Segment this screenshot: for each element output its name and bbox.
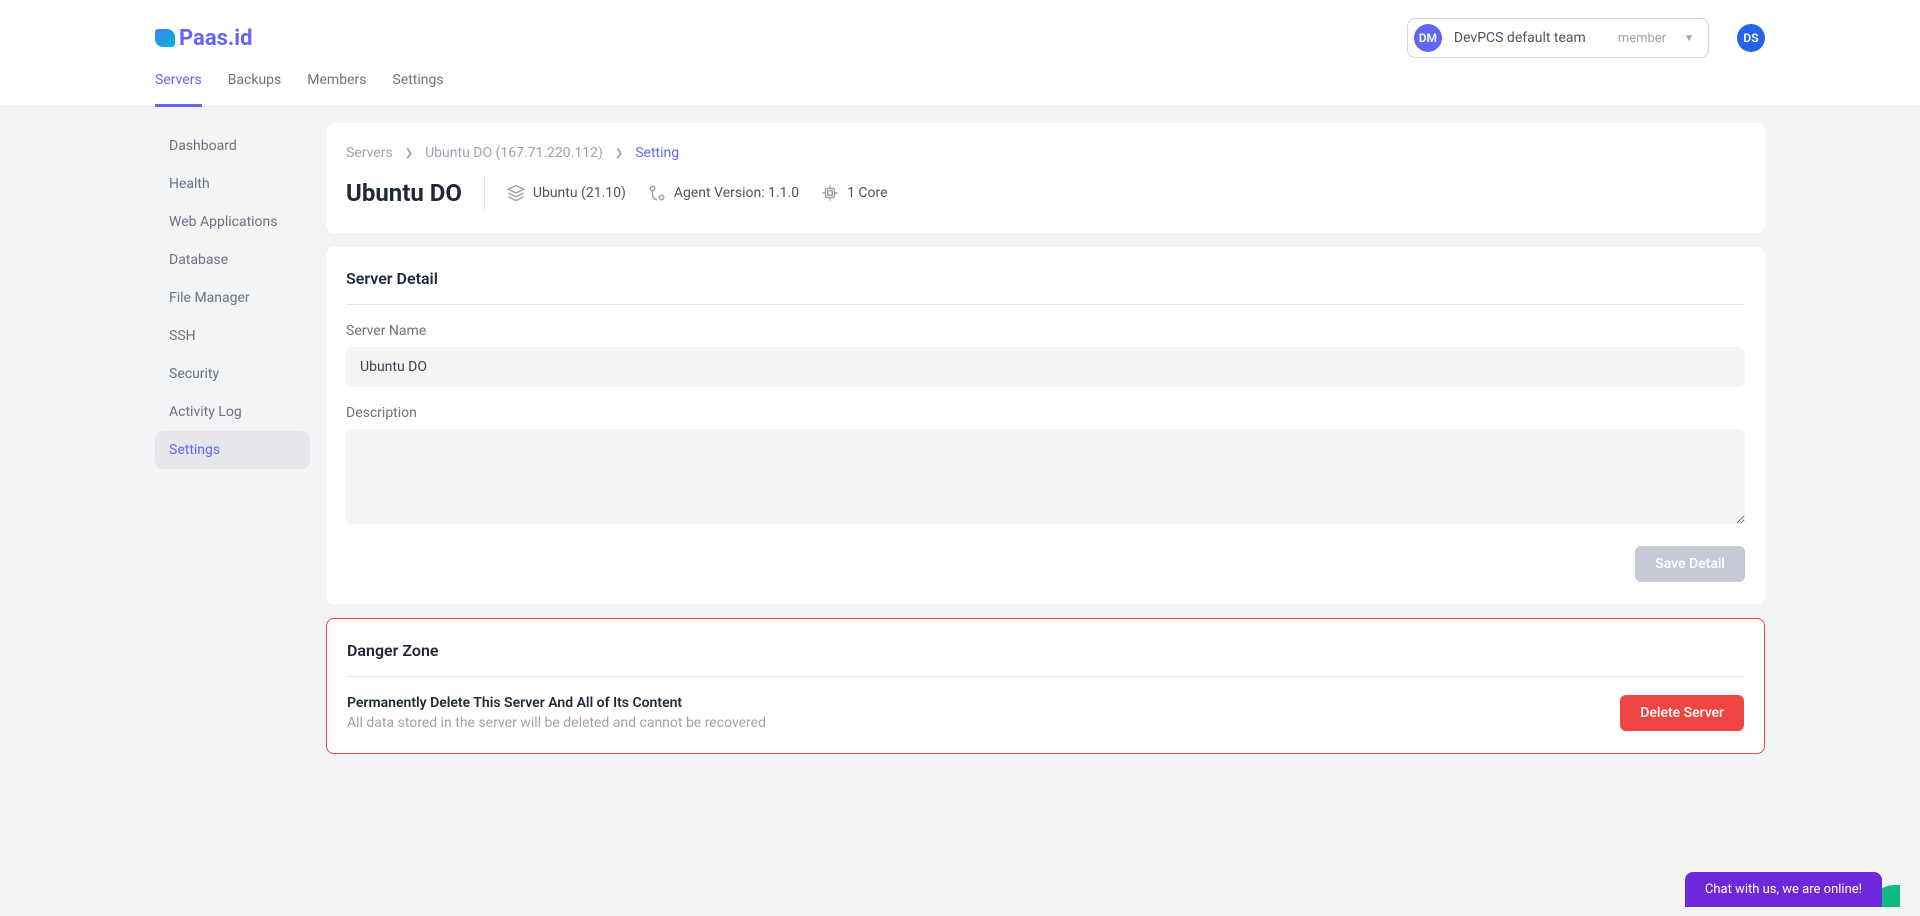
sidebar-item-filemanager[interactable]: File Manager	[155, 279, 310, 317]
sidebar-item-dashboard[interactable]: Dashboard	[155, 127, 310, 165]
sidebar-item-security[interactable]: Security	[155, 355, 310, 393]
sidebar-item-database[interactable]: Database	[155, 241, 310, 279]
danger-title: Permanently Delete This Server And All o…	[347, 695, 766, 711]
label-description: Description	[346, 405, 1745, 421]
user-avatar[interactable]: DS	[1737, 24, 1765, 52]
brand-name: Paas.id	[179, 26, 253, 51]
team-role: member	[1618, 31, 1666, 46]
chevron-down-icon: ▼	[1684, 33, 1694, 44]
layers-icon	[507, 184, 525, 202]
section-title-detail: Server Detail	[346, 269, 1745, 305]
team-avatar: DM	[1414, 24, 1442, 52]
sidebar-item-settings[interactable]: Settings	[155, 431, 310, 469]
nav-servers[interactable]: Servers	[155, 72, 202, 107]
input-description[interactable]	[346, 429, 1745, 524]
sidebar-item-health[interactable]: Health	[155, 165, 310, 203]
meta-cores: 1 Core	[821, 184, 887, 202]
server-title: Ubuntu DO	[346, 179, 462, 207]
danger-zone-card: Danger Zone Permanently Delete This Serv…	[326, 618, 1765, 754]
nav-backups[interactable]: Backups	[228, 72, 282, 106]
nav-members[interactable]: Members	[307, 72, 366, 106]
save-detail-button[interactable]: Save Detail	[1635, 546, 1745, 582]
nav-settings[interactable]: Settings	[392, 72, 443, 106]
breadcrumb-current: Setting	[635, 145, 679, 161]
chevron-right-icon: ❯	[615, 148, 623, 159]
section-title-danger: Danger Zone	[347, 641, 1744, 677]
delete-server-button[interactable]: Delete Server	[1620, 695, 1744, 731]
brand-logo[interactable]: Paas.id	[155, 26, 253, 51]
network-icon	[648, 184, 666, 202]
label-server-name: Server Name	[346, 323, 1745, 339]
main-nav: Servers Backups Members Settings	[0, 58, 1920, 107]
danger-subtitle: All data stored in the server will be de…	[347, 715, 766, 731]
team-selector[interactable]: DM DevPCS default team member ▼	[1407, 18, 1709, 58]
breadcrumb: Servers ❯ Ubuntu DO (167.71.220.112) ❯ S…	[346, 145, 1745, 161]
server-header-card: Servers ❯ Ubuntu DO (167.71.220.112) ❯ S…	[326, 123, 1765, 233]
meta-os: Ubuntu (21.10)	[507, 184, 626, 202]
chevron-right-icon: ❯	[405, 148, 413, 159]
breadcrumb-server[interactable]: Ubuntu DO (167.71.220.112)	[425, 145, 603, 161]
input-server-name[interactable]	[346, 347, 1745, 387]
sidebar-item-webapps[interactable]: Web Applications	[155, 203, 310, 241]
team-name: DevPCS default team	[1454, 30, 1586, 46]
cpu-icon	[821, 184, 839, 202]
breadcrumb-root[interactable]: Servers	[346, 145, 393, 161]
meta-agent: Agent Version: 1.1.0	[648, 184, 799, 202]
sidebar-item-activitylog[interactable]: Activity Log	[155, 393, 310, 431]
separator	[484, 175, 485, 211]
sidebar-item-ssh[interactable]: SSH	[155, 317, 310, 355]
sidebar: Dashboard Health Web Applications Databa…	[155, 123, 310, 876]
server-detail-card: Server Detail Server Name Description Sa…	[326, 247, 1765, 604]
cloud-icon	[155, 29, 175, 47]
chat-widget[interactable]: Chat with us, we are online!	[1685, 872, 1882, 907]
